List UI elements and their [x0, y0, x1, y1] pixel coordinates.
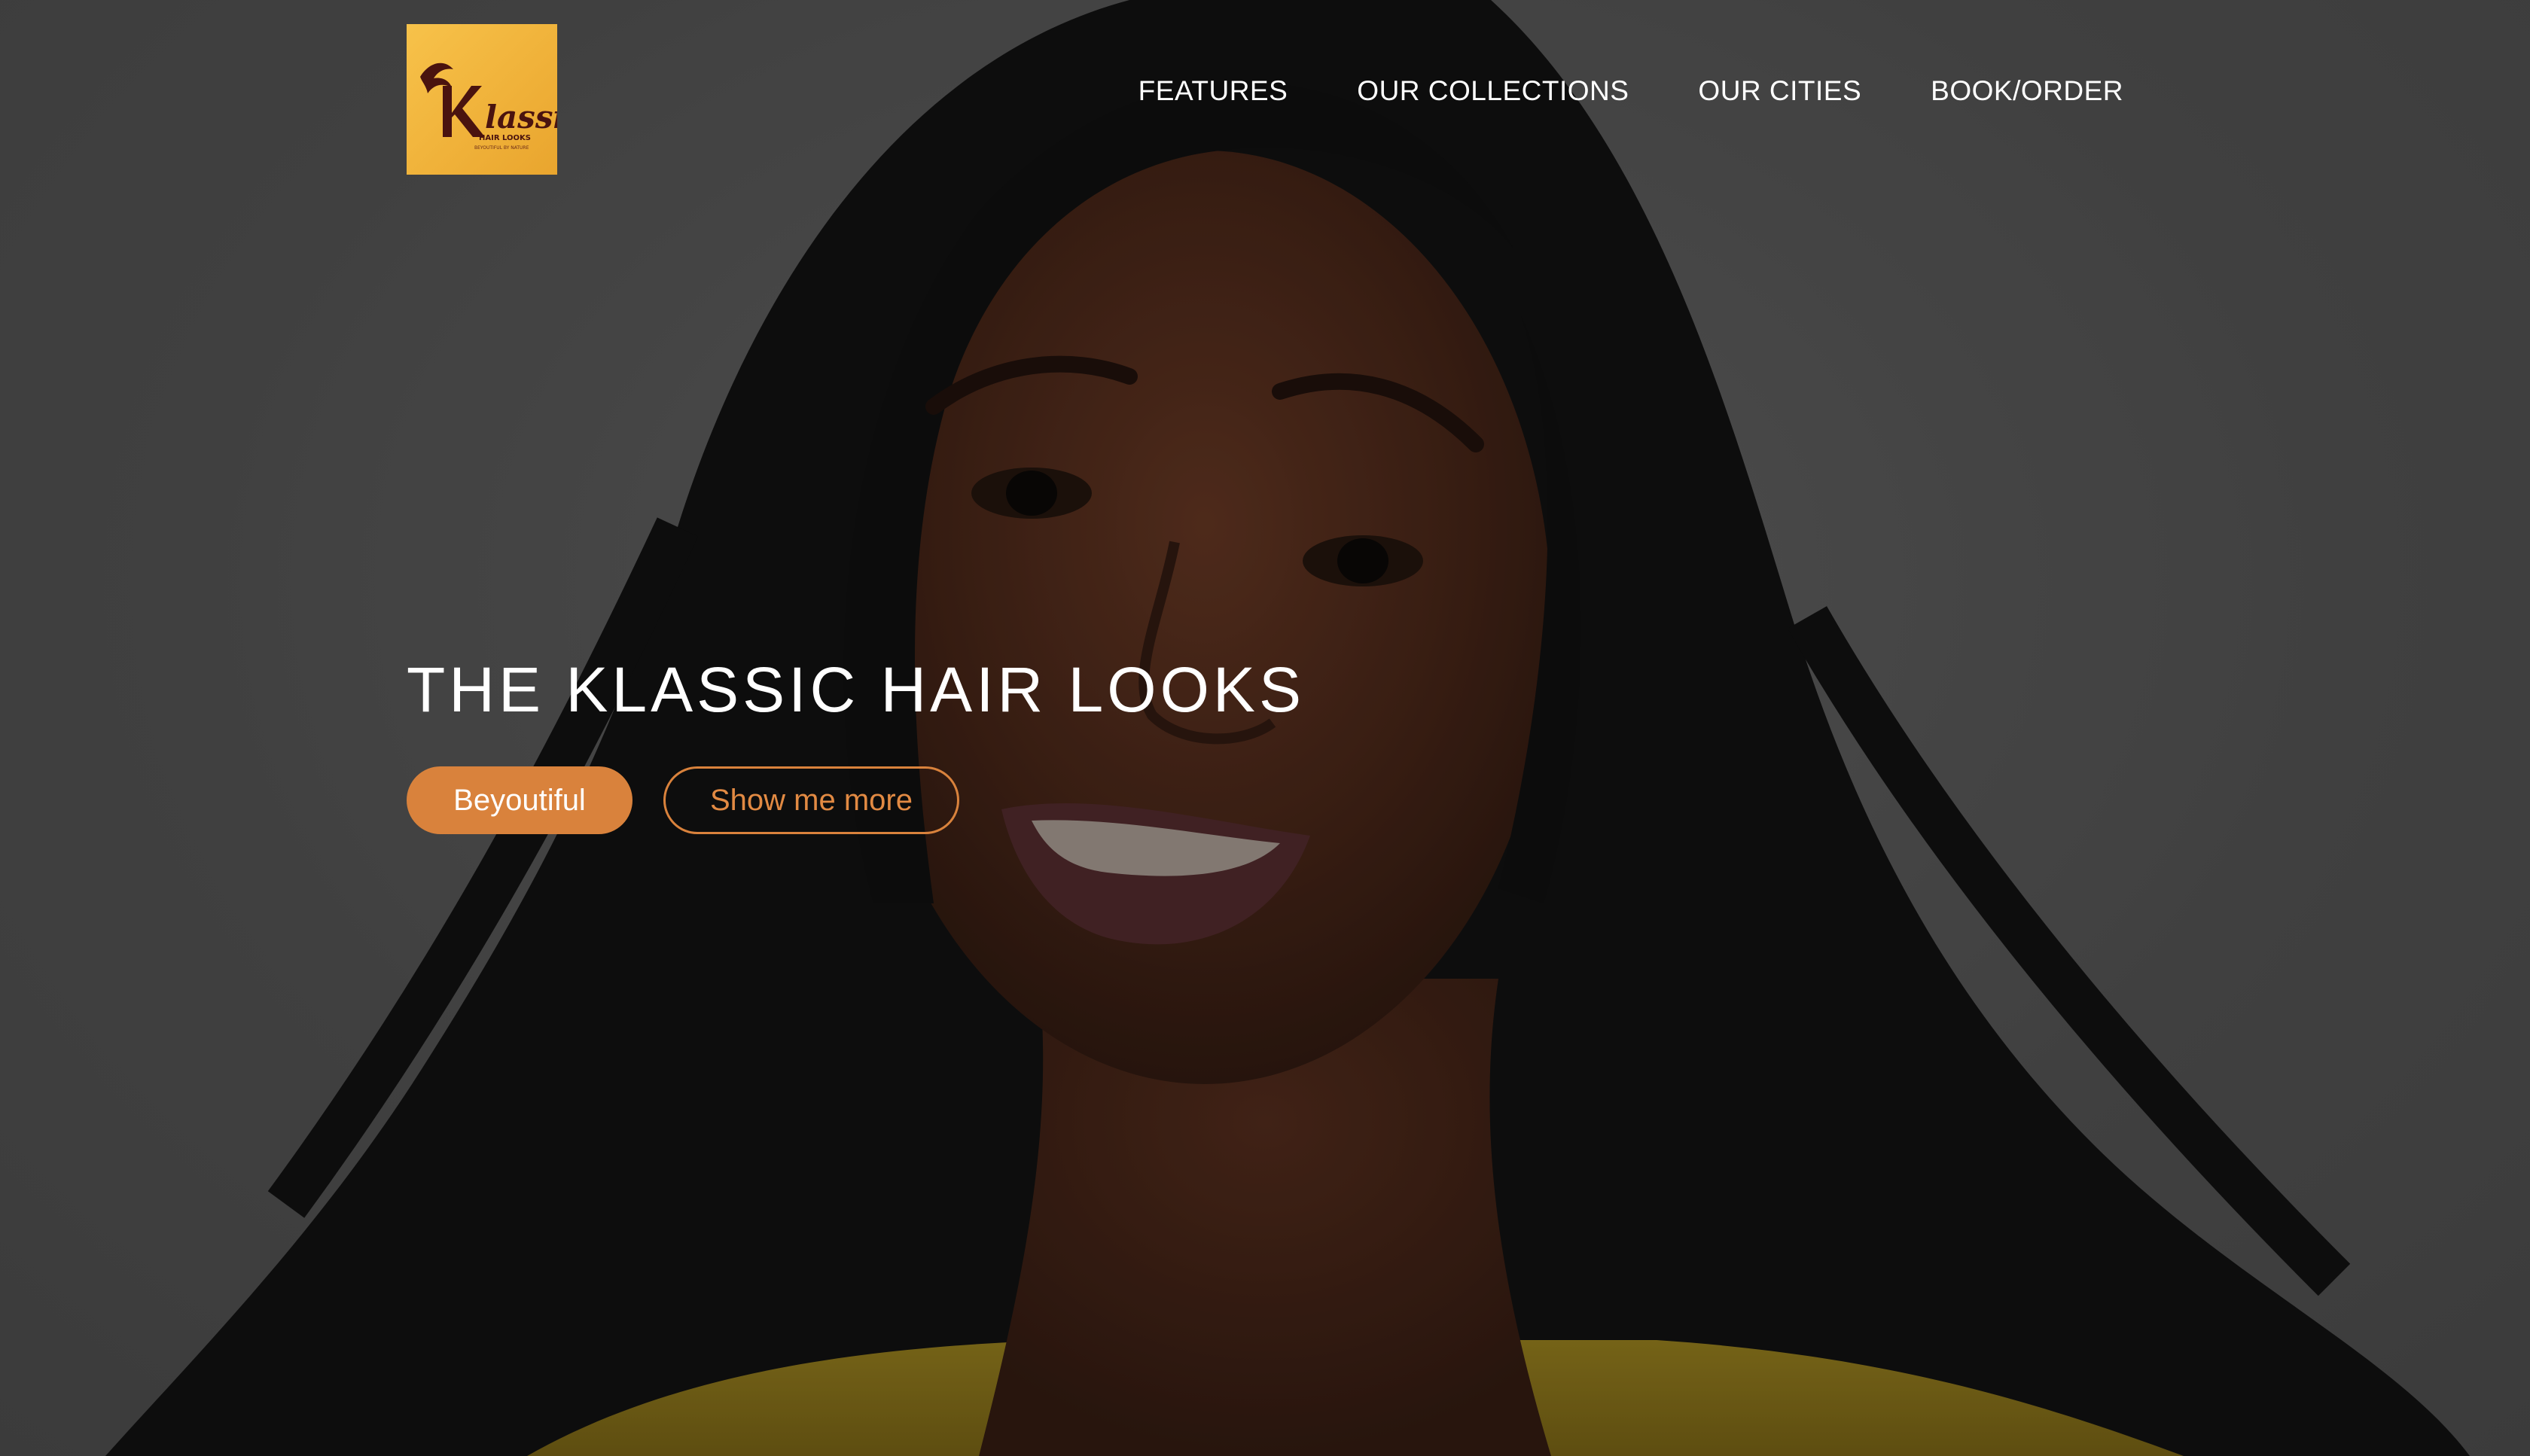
- hero-title: THE KLASSIC HAIR LOOKS: [407, 654, 1305, 725]
- main-nav: FEATURES OUR COLLECTIONS OUR CITIES BOOK…: [1138, 75, 2123, 107]
- show-me-more-button[interactable]: Show me more: [663, 766, 959, 834]
- brand-logo[interactable]: lassic HAIR LOOKS BEYOUTIFUL BY NATURE: [407, 24, 557, 175]
- nav-book-order[interactable]: BOOK/ORDER: [1931, 75, 2123, 107]
- nav-features[interactable]: FEATURES: [1138, 75, 1288, 107]
- logo-tagline: BEYOUTIFUL BY NATURE: [474, 145, 529, 151]
- landing-page: lassic HAIR LOOKS BEYOUTIFUL BY NATURE F…: [0, 0, 2530, 1456]
- beyoutiful-button[interactable]: Beyoutiful: [407, 766, 632, 834]
- nav-our-collections[interactable]: OUR COLLECTIONS: [1357, 75, 1629, 107]
- klassic-logo-mark: lassic HAIR LOOKS BEYOUTIFUL BY NATURE: [420, 62, 557, 151]
- logo-brand-text: lassic: [485, 99, 557, 136]
- nav-our-cities[interactable]: OUR CITIES: [1698, 75, 1861, 107]
- hero-dark-overlay: [0, 0, 2530, 1456]
- logo-sub-text: HAIR LOOKS: [479, 134, 531, 142]
